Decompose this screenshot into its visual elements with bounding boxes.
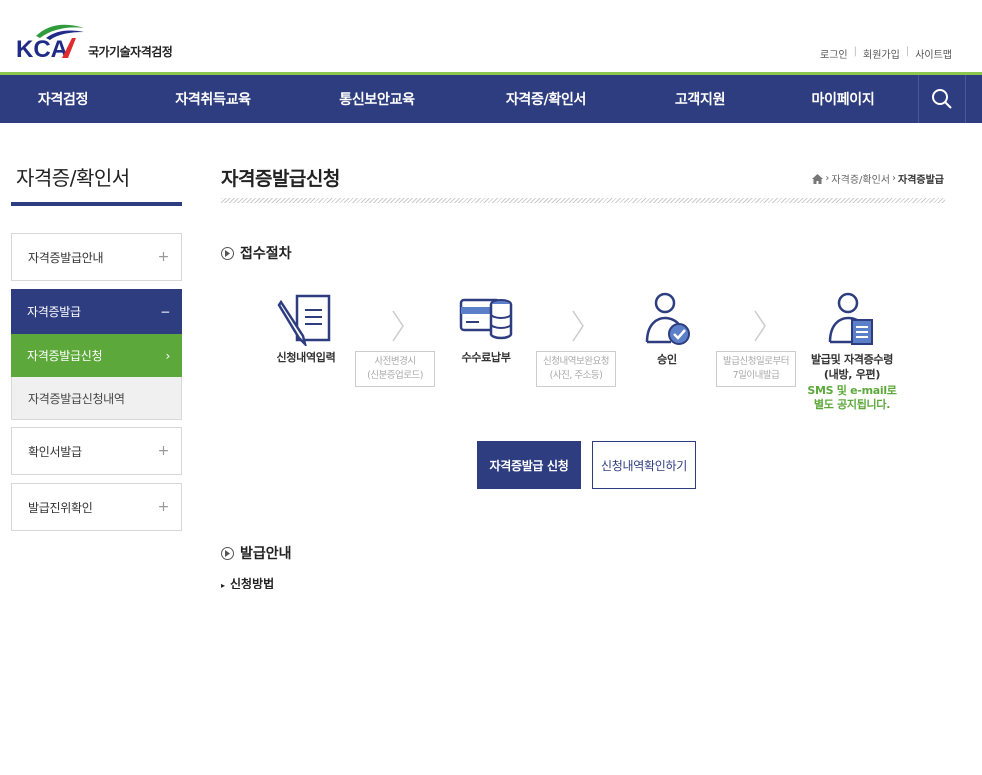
guide-sub-item: ▸ 신청방법 — [221, 575, 421, 589]
signup-link[interactable]: 회원가입 — [863, 46, 900, 61]
process-step-receive: 발급및 자격증수령 (내방, 우편) SMS 및 e-mail로 별도 공지됩니… — [804, 290, 900, 412]
sidebar-item-label: 자격증발급안내 — [28, 250, 104, 265]
sidebar-group-confirm: 확인서발급 + — [11, 427, 182, 475]
breadcrumb-current: 자격증발급 — [898, 175, 944, 186]
page-title: 자격증발급신청 — [221, 168, 340, 190]
step-label-line1: 발급및 자격증수령 — [810, 353, 894, 366]
chevron-right-icon — [572, 310, 584, 342]
sidebar-item-label: 자격증발급신청 — [27, 349, 103, 363]
divider: | — [853, 46, 857, 57]
process-step-input: 신청내역입력 — [266, 292, 346, 365]
plus-icon: + — [157, 249, 170, 265]
step-label: 신청내역입력 — [276, 351, 336, 364]
minus-icon: − — [160, 304, 170, 319]
sidebar-item-label: 자격증발급신청내역 — [28, 391, 125, 406]
nav-item-exam[interactable]: 자격검정 — [20, 89, 106, 109]
site-header: KCA 국가기술자격검정 로그인 | 회원가입 | 사이트맵 — [0, 0, 982, 72]
process-heading-label: 접수절차 — [240, 246, 292, 262]
nav-item-security-education[interactable]: 통신보안교육 — [322, 89, 432, 109]
step-label-line2: (내방, 우편) — [823, 368, 881, 381]
between-line2: (사진, 주소등) — [549, 370, 603, 381]
sidebar-title-bar — [11, 202, 182, 206]
bullet-icon: ▸ — [221, 581, 226, 589]
kca-logo[interactable]: KCA 국가기술자격검정 — [16, 22, 216, 63]
breadcrumb-item[interactable]: 자격증/확인서 — [831, 171, 890, 186]
divider: | — [905, 46, 910, 57]
process-heading: 접수절차 — [221, 243, 292, 263]
step-note-line2: 별도 공지됩니다. — [813, 398, 891, 411]
sidebar-item-apply-history[interactable]: 자격증발급신청내역 — [11, 377, 182, 420]
sidebar-item-label: 확인서발급 — [28, 444, 82, 459]
nav-item-mypage[interactable]: 마이페이지 — [796, 89, 890, 109]
apply-certificate-button[interactable]: 자격증발급 신청 — [477, 441, 581, 489]
sidebar-item-cert-apply[interactable]: 자격증발급신청 › — [11, 334, 182, 377]
title-divider — [221, 198, 945, 203]
user-document-icon — [828, 292, 873, 345]
between-line2: (신분증업로드) — [367, 370, 423, 381]
between-line1: 사전변경시 — [374, 356, 416, 367]
sidebar-item-label: 자격증발급 — [27, 305, 81, 319]
process-between-1: 사전변경시 (신분증업로드) — [355, 351, 435, 387]
sidebar-item-cert-guide[interactable]: 자격증발급안내 + — [12, 234, 181, 280]
between-line1: 발급신청일로부터 — [723, 356, 789, 367]
user-check-icon — [645, 292, 690, 345]
guide-heading: 발급안내 — [221, 543, 292, 563]
card-coins-icon — [459, 298, 513, 340]
logo-abbr: KCA — [16, 36, 68, 63]
nav-item-certificate[interactable]: 자격증/확인서 — [488, 89, 604, 109]
sidebar-group-verify: 발급진위확인 + — [11, 483, 182, 531]
sitemap-link[interactable]: 사이트맵 — [915, 46, 952, 61]
circle-arrow-icon — [221, 246, 234, 260]
guide-sub-label: 신청방법 — [230, 577, 275, 589]
sidebar-item-cert-issue[interactable]: 자격증발급 − — [11, 289, 182, 334]
nav-item-support[interactable]: 고객지원 — [658, 89, 742, 109]
plus-icon: + — [157, 443, 170, 459]
chevron-right-icon: › — [825, 173, 830, 184]
utility-links: 로그인 | 회원가입 | 사이트맵 — [820, 46, 952, 61]
main-nav: 자격검정 자격취득교육 통신보안교육 자격증/확인서 고객지원 마이페이지 — [0, 75, 982, 123]
logo-accent-icon — [62, 38, 76, 58]
process-between-3: 발급신청일로부터 7일이내발급 — [716, 351, 796, 387]
between-line1: 신청내역보완요청 — [543, 356, 609, 367]
login-link[interactable]: 로그인 — [820, 46, 848, 61]
process-step-approve: 승인 — [635, 290, 699, 367]
sidebar-item-label: 발급진위확인 — [28, 500, 93, 515]
plus-icon: + — [157, 499, 170, 515]
step-label: 승인 — [657, 353, 677, 366]
step-label: 수수료납부 — [461, 351, 511, 364]
chevron-right-icon: › — [165, 348, 171, 363]
search-button[interactable] — [918, 75, 966, 123]
sidebar-title: 자격증/확인서 — [16, 166, 130, 190]
chevron-right-icon — [754, 310, 766, 342]
search-icon — [932, 89, 952, 109]
chevron-right-icon: › — [892, 173, 896, 184]
chevron-right-icon — [392, 310, 404, 342]
circle-arrow-icon — [221, 546, 234, 560]
nav-item-education[interactable]: 자격취득교육 — [158, 89, 268, 109]
sidebar-group-guide: 자격증발급안내 + — [11, 233, 182, 281]
logo-name: 국가기술자격검정 — [88, 45, 173, 59]
sidebar-item-confirm-issue[interactable]: 확인서발급 + — [12, 428, 181, 474]
guide-heading-label: 발급안내 — [240, 546, 292, 562]
document-pen-icon — [277, 294, 331, 349]
step-note-line1: SMS 및 e-mail로 — [807, 384, 897, 397]
sidebar-item-verify[interactable]: 발급진위확인 + — [12, 484, 181, 530]
breadcrumb: › 자격증/확인서 › 자격증발급 — [812, 171, 944, 186]
process-step-payment: 수수료납부 — [448, 294, 524, 365]
check-history-button[interactable]: 신청내역확인하기 — [592, 441, 696, 489]
home-icon[interactable] — [812, 173, 824, 184]
process-between-2: 신청내역보완요청 (사진, 주소등) — [536, 351, 616, 387]
sidebar-group-issue: 자격증발급 − 자격증발급신청 › 자격증발급신청내역 — [11, 289, 182, 420]
between-line2: 7일이내발급 — [732, 370, 780, 381]
